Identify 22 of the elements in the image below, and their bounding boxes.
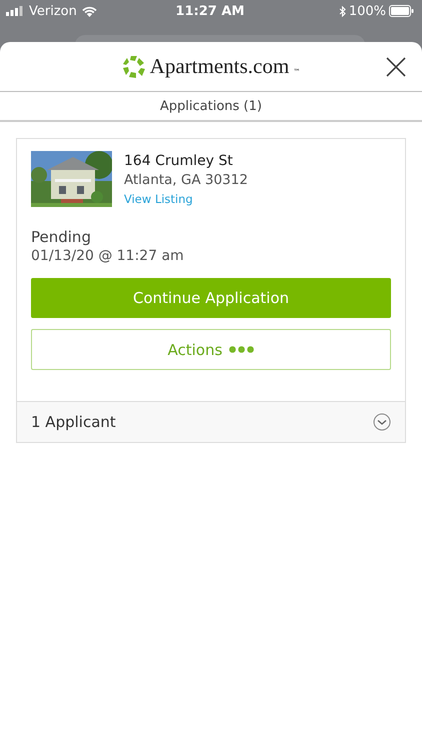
applicants-label: 1 Applicant: [31, 413, 116, 431]
application-date: 01/13/20 @ 11:27 am: [30, 247, 185, 264]
applicants-row[interactable]: 1 Applicant: [17, 401, 405, 442]
battery-percent: 100%: [348, 4, 386, 18]
street-address: 164 Crumley St: [124, 152, 234, 171]
close-icon[interactable]: [386, 57, 406, 77]
city-address: Atlanta, GA 30312: [124, 171, 248, 190]
view-listing-link[interactable]: View Listing: [124, 190, 248, 208]
signal-icon: [6, 6, 24, 16]
more-icon: [229, 346, 254, 353]
logo-icon: [122, 54, 146, 78]
application-status: Pending: [30, 227, 92, 246]
bluetooth-icon: [338, 6, 346, 16]
actions-button[interactable]: Actions: [31, 329, 391, 370]
applications-tab[interactable]: Applications (1): [160, 98, 262, 114]
chevron-icon[interactable]: [373, 413, 391, 431]
battery-icon: [389, 5, 414, 17]
continue-application-button[interactable]: Continue Application: [31, 278, 391, 318]
wifi-icon: [82, 6, 97, 16]
carrier-name: Verizon: [29, 4, 77, 18]
status-time: 11:27 AM: [176, 4, 244, 18]
logo-text: Apartments.com: [150, 54, 290, 79]
